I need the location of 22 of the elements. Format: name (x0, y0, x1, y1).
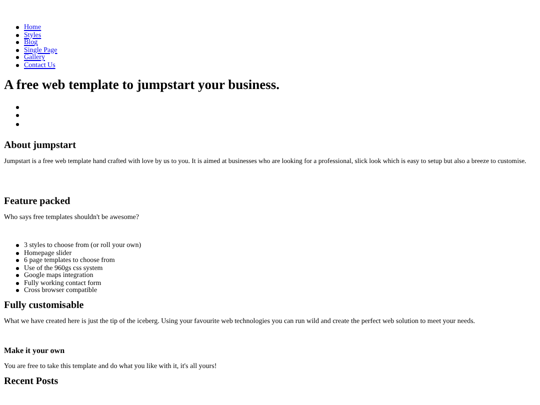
bullet-icon (16, 274, 19, 278)
section-heading: Recent Posts (4, 376, 60, 386)
bullet-icon (16, 289, 19, 292)
bullet-icon (16, 252, 19, 255)
bullet-icon (16, 41, 19, 44)
bullet-icon (16, 259, 19, 262)
page-title: A free web template to jumpstart your business. (4, 77, 280, 93)
bullet-icon (16, 48, 19, 52)
bullet-icon (16, 114, 19, 117)
bullet-icon (16, 64, 19, 67)
bullet-icon (16, 266, 19, 270)
bullet-icon (16, 56, 19, 60)
section-heading: Make it your own (4, 346, 66, 355)
bullet-icon (16, 122, 19, 126)
section-heading: About jumpstart (4, 140, 77, 151)
section-heading: Feature packed (4, 196, 72, 206)
section-heading: Fully customisable (4, 300, 85, 310)
bullet-icon (16, 34, 19, 37)
bullet-icon (16, 282, 19, 285)
bullet-icon (16, 106, 19, 108)
bullet-icon (16, 26, 19, 30)
bullet-icon (16, 244, 19, 248)
